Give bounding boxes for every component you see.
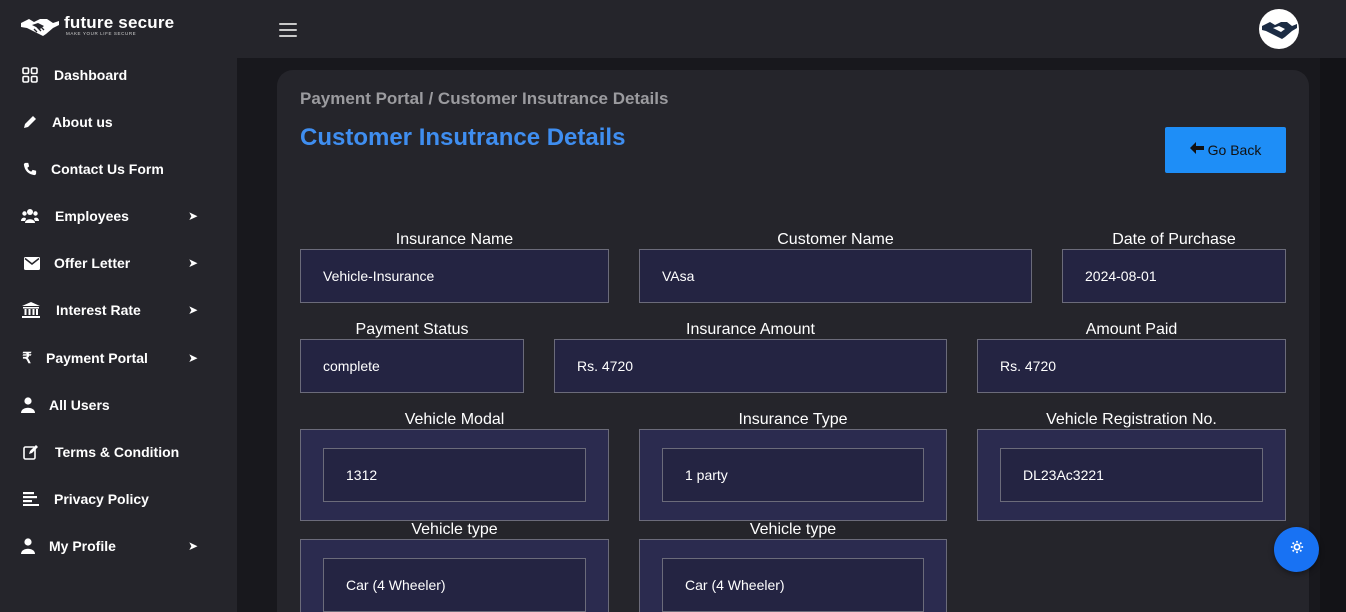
sidebar-item-label: Interest Rate — [56, 302, 141, 318]
sidebar: Dashboard About us Contact Us Form Emplo… — [0, 58, 237, 612]
chevron-right-icon: ➤ — [188, 209, 199, 223]
users-icon — [21, 207, 39, 225]
amount-paid-field[interactable]: Rs. 4720 — [977, 339, 1286, 393]
sidebar-item-privacy-policy[interactable]: Privacy Policy — [0, 479, 237, 519]
brand-name: future secure — [64, 13, 175, 32]
envelope-icon — [23, 254, 41, 272]
chevron-right-icon: ➤ — [188, 539, 199, 553]
sidebar-item-dashboard[interactable]: Dashboard — [0, 55, 237, 95]
user-icon — [19, 537, 37, 555]
vehicle-registration-field[interactable]: DL23Ac3221 — [1000, 448, 1263, 502]
payment-status-field[interactable]: complete — [300, 339, 524, 393]
payment-status-label: Payment Status — [355, 321, 469, 338]
sidebar-item-label: All Users — [49, 397, 110, 413]
sidebar-item-interest-rate[interactable]: Interest Rate ➤ — [0, 290, 237, 330]
breadcrumb: Payment Portal / Customer Insutrance Det… — [300, 89, 669, 108]
bank-icon — [22, 301, 40, 319]
vehicle-type-label: Vehicle type — [749, 521, 837, 538]
insurance-name-field[interactable]: Vehicle-Insurance — [300, 249, 609, 303]
insurance-type-field[interactable]: 1 party — [662, 448, 924, 502]
page-title: Customer Insutrance Details — [300, 124, 626, 151]
scroll-gutter — [1320, 58, 1346, 612]
sidebar-item-about-us[interactable]: About us — [0, 102, 237, 142]
sidebar-item-label: Employees — [55, 208, 129, 224]
sidebar-item-label: My Profile — [49, 538, 116, 554]
top-bar: future secure MAKE YOUR LIFE SECURE — [0, 0, 1346, 58]
amount-paid-label: Amount Paid — [1085, 321, 1178, 338]
go-back-button[interactable]: Go Back — [1165, 127, 1286, 173]
customer-name-field[interactable]: VAsa — [639, 249, 1032, 303]
date-of-purchase-field[interactable]: 2024-08-01 — [1062, 249, 1286, 303]
sidebar-item-all-users[interactable]: All Users — [0, 385, 237, 425]
profile-avatar[interactable] — [1259, 9, 1299, 49]
sidebar-item-contact-us-form[interactable]: Contact Us Form — [0, 149, 237, 189]
pencil-icon — [21, 113, 39, 131]
user-icon — [19, 396, 37, 414]
vehicle-modal-field[interactable]: 1312 — [323, 448, 586, 502]
brand-logo[interactable]: future secure MAKE YOUR LIFE SECURE — [20, 14, 174, 37]
edit-icon — [22, 443, 40, 461]
sidebar-item-offer-letter[interactable]: Offer Letter ➤ — [0, 243, 237, 283]
phone-icon — [21, 160, 39, 178]
align-left-icon — [22, 490, 40, 508]
chevron-right-icon: ➤ — [188, 256, 199, 270]
insurance-amount-label: Insurance Amount — [686, 321, 815, 338]
vehicle-modal-label: Vehicle Modal — [404, 411, 505, 428]
sidebar-item-label: Payment Portal — [46, 350, 148, 366]
sidebar-item-label: Terms & Condition — [55, 444, 180, 460]
insurance-name-label: Insurance Name — [395, 231, 514, 248]
date-of-purchase-label: Date of Purchase — [1112, 231, 1236, 248]
sidebar-item-label: Dashboard — [54, 67, 128, 83]
vehicle-type-field[interactable]: Car (4 Wheeler) — [662, 558, 924, 612]
sidebar-item-label: Offer Letter — [54, 255, 131, 271]
menu-toggle-icon[interactable] — [279, 23, 297, 37]
vehicle-registration-label: Vehicle Registration No. — [1046, 411, 1217, 428]
vehicle-type-label: Vehicle type — [411, 521, 498, 538]
grid-icon — [21, 66, 39, 84]
sidebar-item-label: Contact Us Form — [51, 161, 164, 177]
gear-icon — [1290, 540, 1304, 559]
arrow-left-icon — [1189, 141, 1204, 159]
sidebar-item-employees[interactable]: Employees ➤ — [0, 196, 237, 236]
sidebar-item-label: Privacy Policy — [54, 491, 149, 507]
go-back-label: Go Back — [1207, 142, 1262, 158]
insurance-type-label: Insurance Type — [738, 411, 848, 428]
sidebar-item-terms-condition[interactable]: Terms & Condition — [0, 432, 237, 472]
customer-name-label: Customer Name — [777, 231, 894, 248]
vehicle-type-field[interactable]: Car (4 Wheeler) — [323, 558, 586, 612]
sidebar-item-payment-portal[interactable]: ₹ Payment Portal ➤ — [0, 338, 237, 378]
chevron-right-icon: ➤ — [188, 351, 199, 365]
insurance-amount-field[interactable]: Rs. 4720 — [554, 339, 947, 393]
sidebar-item-my-profile[interactable]: My Profile ➤ — [0, 526, 237, 566]
rupee-icon: ₹ — [22, 350, 32, 367]
handshake-icon — [21, 18, 59, 36]
chevron-right-icon: ➤ — [188, 303, 199, 317]
handshake-avatar-icon — [1262, 22, 1297, 39]
settings-fab-button[interactable] — [1274, 527, 1319, 572]
sidebar-item-label: About us — [52, 114, 113, 130]
